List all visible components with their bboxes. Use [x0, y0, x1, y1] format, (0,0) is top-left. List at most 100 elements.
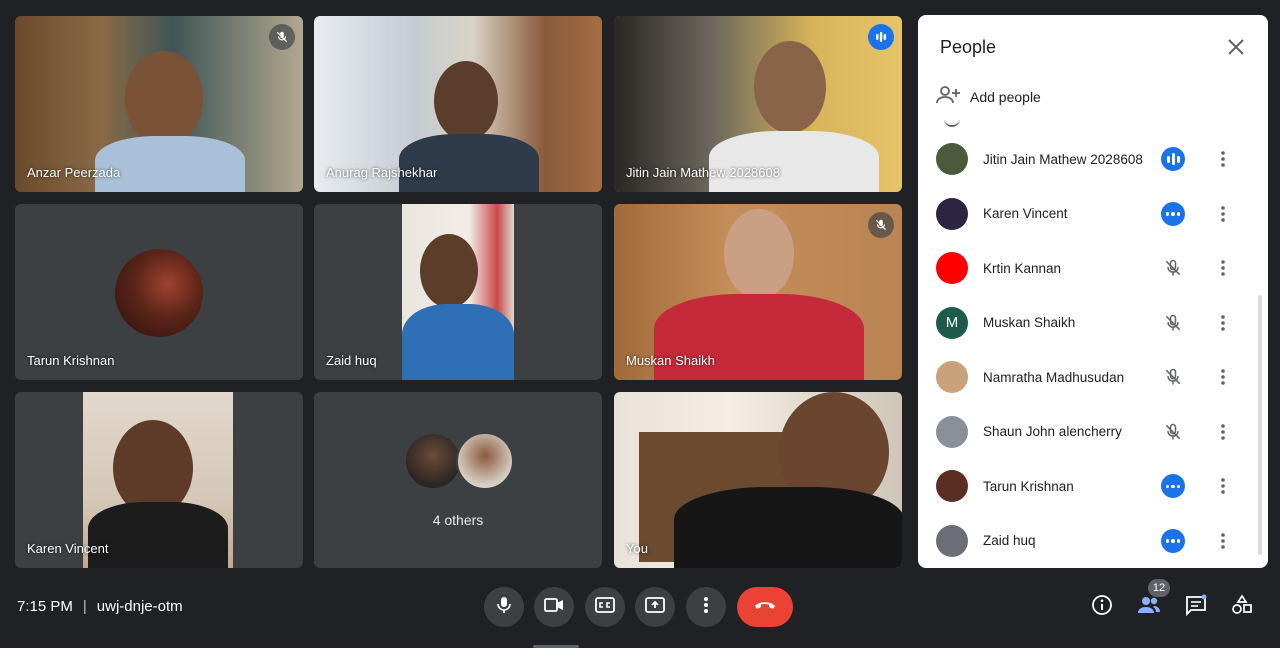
- people-panel: People Add people Jitin Jain Mathew 2028…: [918, 15, 1268, 568]
- more-vert-icon[interactable]: [1211, 147, 1235, 171]
- participant-avatar: [936, 143, 968, 176]
- participant-name: Karen Vincent: [983, 206, 1068, 222]
- chat-icon: [1185, 594, 1207, 621]
- scrolled-avatar-edge: [944, 119, 960, 127]
- microphone-button[interactable]: [484, 587, 524, 627]
- video-tile-you[interactable]: You: [614, 392, 902, 568]
- chat-button[interactable]: [1183, 594, 1209, 620]
- video-tile-muskan[interactable]: Muskan Shaikh: [614, 204, 902, 380]
- participant-name: Tarun Krishnan: [983, 478, 1074, 494]
- participant-row[interactable]: Zaid huq: [918, 514, 1258, 569]
- more-horiz-icon[interactable]: [1161, 528, 1185, 553]
- present-icon: [645, 596, 665, 618]
- more-vert-icon[interactable]: [1211, 365, 1235, 389]
- mic-off-icon: [868, 212, 894, 238]
- info-separator: |: [82, 598, 87, 615]
- speaking-indicator-icon: [868, 24, 894, 50]
- mic-off-icon[interactable]: [1161, 256, 1185, 280]
- participant-name: Krtin Kannan: [983, 260, 1062, 276]
- participant-name: Jitin Jain Mathew 2028608: [983, 151, 1143, 167]
- participant-row[interactable]: Namratha Madhusudan: [918, 350, 1258, 405]
- end-call-icon: [753, 598, 777, 616]
- video-tile-anzar[interactable]: Anzar Peerzada: [15, 16, 303, 192]
- captions-icon: [595, 596, 615, 618]
- participant-name: You: [626, 541, 648, 556]
- participant-name: Tarun Krishnan: [27, 353, 115, 368]
- current-time: 7:15 PM: [17, 598, 73, 615]
- video-tile-zaid[interactable]: Zaid huq: [314, 204, 602, 380]
- mic-off-icon[interactable]: [1161, 420, 1185, 444]
- participant-avatar: [936, 252, 968, 285]
- panel-title: People: [940, 37, 997, 57]
- microphone-icon: [496, 596, 512, 619]
- participant-row[interactable]: Krtin Kannan: [918, 241, 1258, 296]
- more-vert-icon[interactable]: [1211, 474, 1235, 498]
- participant-name: Karen Vincent: [27, 541, 109, 556]
- participant-row[interactable]: Tarun Krishnan: [918, 459, 1258, 514]
- participant-row[interactable]: Jitin Jain Mathew 2028608: [918, 132, 1258, 187]
- more-vert-icon[interactable]: [1211, 529, 1235, 553]
- meeting-info: 7:15 PM | uwj-dnje-otm: [17, 598, 183, 615]
- participant-name: Muskan Shaikh: [983, 315, 1076, 331]
- participant-avatar: [936, 524, 968, 557]
- participant-name: Shaun John alencherry: [983, 424, 1122, 440]
- participant-avatar: [936, 361, 968, 394]
- participant-row[interactable]: Karen Vincent: [918, 187, 1258, 242]
- add-person-icon: [936, 85, 960, 108]
- add-people-button[interactable]: Add people: [936, 85, 1041, 108]
- participant-row[interactable]: Shaun John alencherry: [918, 405, 1258, 460]
- more-options-button[interactable]: [686, 587, 726, 627]
- close-icon[interactable]: [1222, 33, 1250, 61]
- captions-button[interactable]: [585, 587, 625, 627]
- video-tile-jitin[interactable]: Jitin Jain Mathew 2028608: [614, 16, 902, 192]
- mic-off-icon: [269, 24, 295, 50]
- more-vert-icon[interactable]: [1211, 256, 1235, 280]
- present-button[interactable]: [635, 587, 675, 627]
- video-feed: [614, 392, 902, 568]
- mic-off-icon[interactable]: [1161, 365, 1185, 389]
- video-tile-karen[interactable]: Karen Vincent: [15, 392, 303, 568]
- camera-button[interactable]: [534, 587, 574, 627]
- video-tile-others[interactable]: 4 others: [314, 392, 602, 568]
- speaking-indicator-icon[interactable]: [1161, 147, 1185, 172]
- participant-name: Anzar Peerzada: [27, 165, 121, 180]
- participant-name: Muskan Shaikh: [626, 353, 715, 368]
- others-avatar-2: [456, 432, 514, 490]
- more-vert-icon[interactable]: [1211, 311, 1235, 335]
- people-count-badge: 12: [1148, 579, 1170, 597]
- participant-avatar: [936, 470, 968, 503]
- info-button[interactable]: [1089, 594, 1115, 620]
- camera-icon: [544, 597, 564, 617]
- participant-row[interactable]: M Muskan Shaikh: [918, 296, 1258, 351]
- participant-name: Jitin Jain Mathew 2028608: [626, 165, 780, 180]
- info-icon: [1091, 594, 1113, 621]
- participant-avatar: [115, 249, 203, 337]
- video-tile-tarun[interactable]: Tarun Krishnan: [15, 204, 303, 380]
- meeting-code: uwj-dnje-otm: [96, 598, 183, 615]
- participant-name: Namratha Madhusudan: [983, 369, 1125, 385]
- participant-list: Jitin Jain Mathew 2028608 Karen Vincent Kr…: [918, 132, 1258, 568]
- participant-avatar: [936, 197, 968, 230]
- participant-name: Zaid huq: [983, 533, 1036, 549]
- more-vert-icon: [703, 596, 709, 619]
- people-button[interactable]: [1136, 594, 1162, 620]
- others-count-label: 4 others: [432, 512, 484, 528]
- more-horiz-icon[interactable]: [1161, 474, 1185, 499]
- more-vert-icon[interactable]: [1211, 420, 1235, 444]
- participant-avatar: M: [936, 306, 968, 339]
- end-call-button[interactable]: [737, 587, 793, 627]
- video-feed: [402, 204, 514, 380]
- participant-avatar: [936, 415, 968, 448]
- participant-name: Anurag Rajshekhar: [326, 165, 438, 180]
- others-avatar-1: [404, 432, 462, 490]
- panel-scrollbar[interactable]: [1258, 295, 1262, 555]
- participant-name: Zaid huq: [326, 353, 377, 368]
- more-vert-icon[interactable]: [1211, 202, 1235, 226]
- mic-off-icon[interactable]: [1161, 311, 1185, 335]
- more-horiz-icon[interactable]: [1161, 201, 1185, 226]
- add-people-label: Add people: [970, 88, 1041, 105]
- people-icon: [1137, 595, 1161, 620]
- video-tile-anurag[interactable]: Anurag Rajshekhar: [314, 16, 602, 192]
- activities-button[interactable]: [1229, 593, 1255, 621]
- activities-icon: [1231, 593, 1253, 621]
